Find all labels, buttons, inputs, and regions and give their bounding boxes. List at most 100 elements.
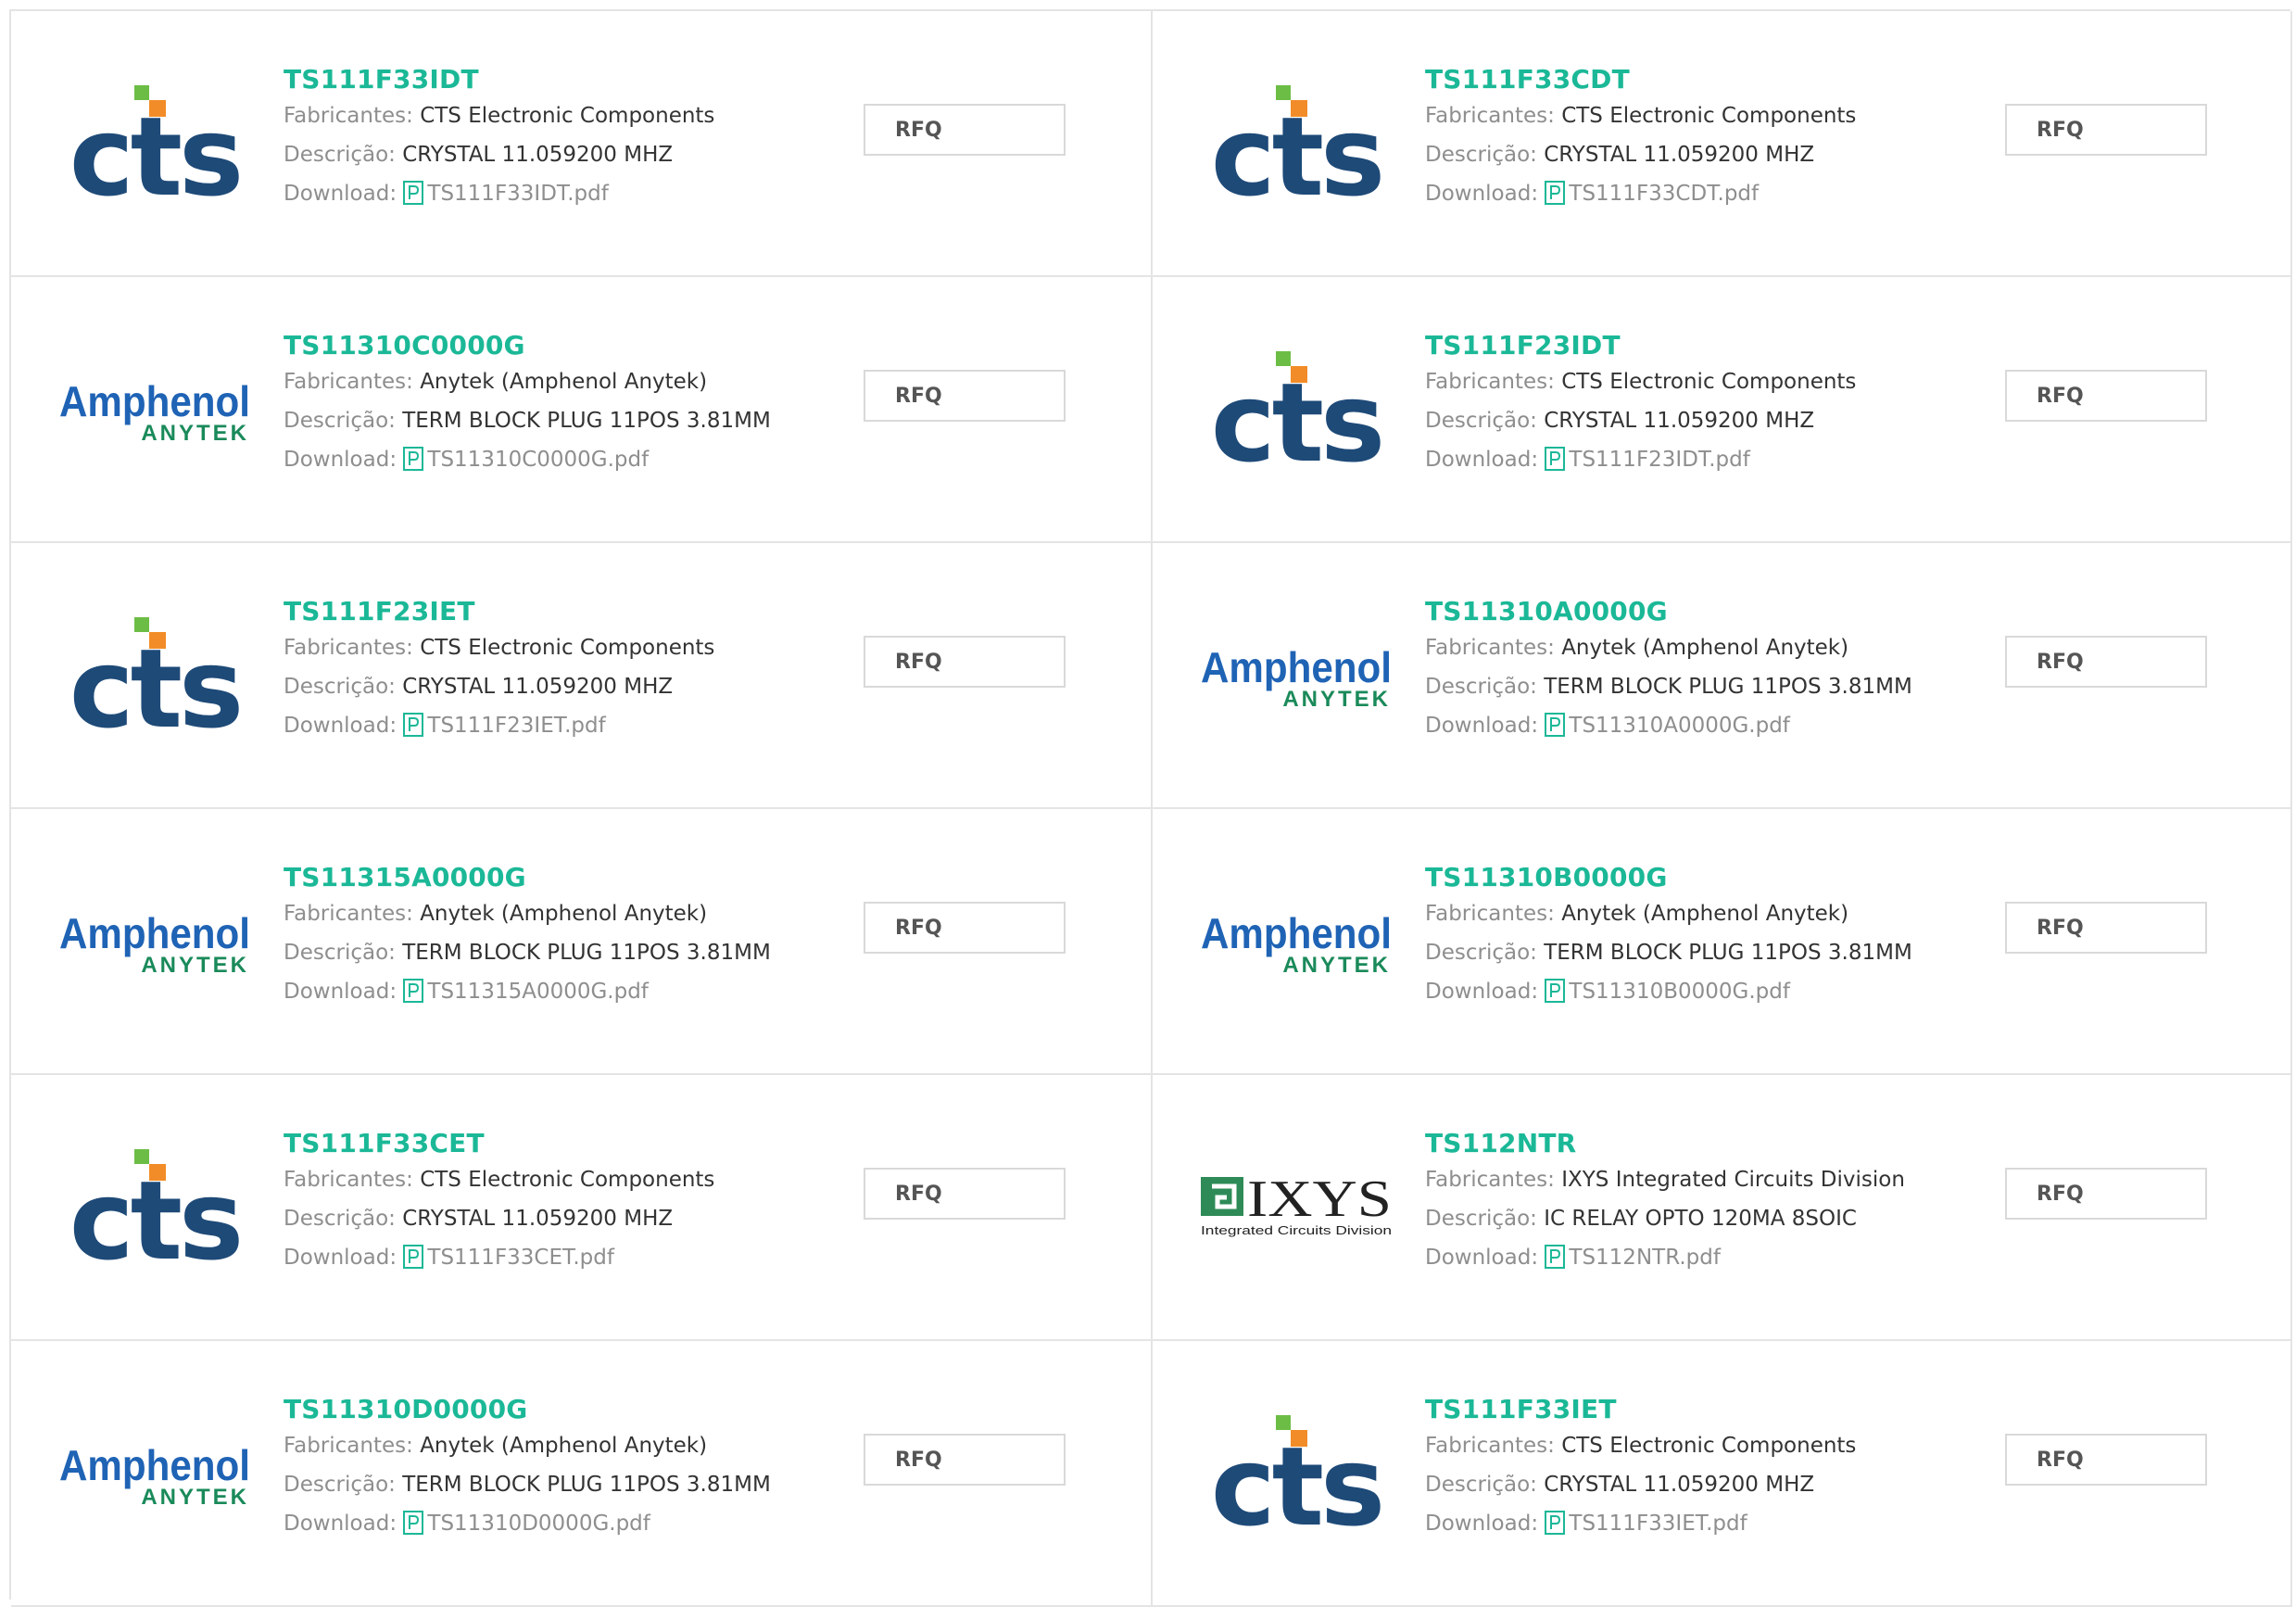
rfq-button[interactable]: RFQ — [864, 1168, 1066, 1220]
cts-logo: cts — [1199, 85, 1394, 206]
rfq-button[interactable]: RFQ — [864, 902, 1066, 954]
ixys-logo-svg: IXYSIntegrated Circuits Division — [1201, 1170, 1392, 1237]
part-number-link[interactable]: TS111F33IET — [1425, 1393, 1617, 1426]
part-number-link[interactable]: TS111F33IDT — [284, 63, 479, 96]
svg-text:ANYTEK: ANYTEK — [1282, 687, 1391, 712]
description-label: Descrição: — [1425, 1207, 1537, 1231]
manufacturer-line: Fabricantes: CTS Electronic Components — [284, 96, 839, 135]
svg-text:cts: cts — [1211, 1423, 1382, 1536]
part-number-link[interactable]: TS11310C0000G — [284, 329, 525, 362]
download-label: Download: — [284, 980, 397, 1004]
rfq-button[interactable]: RFQ — [2005, 104, 2207, 156]
rfq-button[interactable]: RFQ — [2005, 370, 2207, 422]
part-number-link[interactable]: TS111F33CDT — [1425, 63, 1630, 96]
datasheet-link[interactable]: TS112NTR.pdf — [1545, 1243, 1721, 1270]
cts-logo: cts — [1199, 351, 1394, 472]
description-line: Descrição: TERM BLOCK PLUG 11POS 3.81MM — [284, 401, 839, 440]
ixys-logo: IXYS Integrated Circuits Division — [1199, 1149, 1394, 1270]
manufacturer-value: CTS Electronic Components — [420, 636, 715, 660]
datasheet-link[interactable]: TS111F23IET.pdf — [403, 711, 606, 738]
manufacturer-label: Fabricantes: — [1425, 636, 1555, 660]
datasheet-link[interactable]: TS111F23IDT.pdf — [1545, 445, 1750, 472]
manufacturer-label: Fabricantes: — [284, 636, 413, 660]
pdf-icon — [1545, 1243, 1566, 1269]
rfq-button[interactable]: RFQ — [2005, 902, 2207, 954]
svg-text:cts: cts — [69, 93, 241, 206]
description-line: Descrição: CRYSTAL 11.059200 MHZ — [284, 1199, 839, 1238]
pdf-icon — [403, 1243, 424, 1269]
rfq-button[interactable]: RFQ — [864, 104, 1066, 156]
datasheet-link[interactable]: TS11310D0000G.pdf — [403, 1509, 650, 1536]
datasheet-link[interactable]: TS111F33CET.pdf — [403, 1243, 614, 1270]
part-number-link[interactable]: TS11310D0000G — [284, 1393, 527, 1426]
part-number-link[interactable]: TS11310A0000G — [1425, 595, 1668, 628]
rfq-button[interactable]: RFQ — [864, 636, 1066, 688]
product-card: IXYS Integrated Circuits Division TS112NT… — [1153, 1075, 2292, 1341]
download-label: Download: — [1425, 714, 1539, 738]
description-line: Descrição: CRYSTAL 11.059200 MHZ — [1425, 1465, 1981, 1504]
description-label: Descrição: — [1425, 675, 1537, 699]
datasheet-filename: TS112NTR.pdf — [1569, 1246, 1721, 1270]
manufacturer-label: Fabricantes: — [284, 104, 413, 128]
pdf-icon — [403, 1509, 424, 1535]
datasheet-link[interactable]: TS111F33IDT.pdf — [403, 181, 609, 206]
rfq-button[interactable]: RFQ — [864, 1434, 1066, 1486]
part-number-link[interactable]: TS111F23IDT — [1425, 329, 1621, 362]
product-grid: cts TS111F33IDT Fabricantes: CTS Electro… — [9, 9, 2292, 1607]
cts-logo: cts — [57, 617, 252, 738]
product-card: Amphenol ANYTEK TS11310A0000G Fabricantes… — [1153, 543, 2292, 809]
download-label: Download: — [284, 182, 397, 206]
datasheet-link[interactable]: TS111F33IET.pdf — [1545, 1509, 1747, 1536]
description-line: Descrição: CRYSTAL 11.059200 MHZ — [284, 667, 839, 706]
manufacturer-value: CTS Electronic Components — [420, 1168, 715, 1192]
product-card: Amphenol ANYTEK TS11315A0000G Fabricantes… — [11, 809, 1153, 1075]
product-card: Amphenol ANYTEK TS11310B0000G Fabricantes… — [1153, 809, 2292, 1075]
product-info: TS11310B0000G Fabricantes: Anytek (Amphe… — [1425, 861, 1981, 1011]
datasheet-link[interactable]: TS11310A0000G.pdf — [1545, 713, 1790, 738]
manufacturer-label: Fabricantes: — [1425, 1168, 1555, 1192]
part-number-link[interactable]: TS111F23IET — [284, 595, 475, 628]
rfq-button[interactable]: RFQ — [2005, 1168, 2207, 1220]
manufacturer-line: Fabricantes: CTS Electronic Components — [284, 1160, 839, 1199]
datasheet-filename: TS111F33IDT.pdf — [427, 182, 609, 206]
pdf-icon — [1545, 445, 1566, 471]
download-label: Download: — [1425, 980, 1539, 1004]
pdf-icon — [403, 711, 424, 737]
datasheet-link[interactable]: TS111F33CDT.pdf — [1545, 179, 1760, 206]
svg-text:IXYS: IXYS — [1247, 1170, 1392, 1228]
rfq-button[interactable]: RFQ — [2005, 636, 2207, 688]
part-number-link[interactable]: TS111F33CET — [284, 1127, 485, 1160]
description-value: CRYSTAL 11.059200 MHZ — [402, 1207, 674, 1231]
svg-text:cts: cts — [69, 625, 241, 738]
datasheet-link[interactable]: TS11310B0000G.pdf — [1545, 977, 1790, 1004]
pdf-icon — [1545, 1509, 1566, 1535]
description-line: Descrição: TERM BLOCK PLUG 11POS 3.81MM — [284, 933, 839, 972]
datasheet-filename: TS11310D0000G.pdf — [427, 1512, 650, 1536]
product-card: cts TS111F23IET Fabricantes: CTS Electro… — [11, 543, 1153, 809]
svg-text:Amphenol: Amphenol — [59, 377, 250, 425]
pdf-icon — [1545, 977, 1566, 1003]
datasheet-link[interactable]: TS11310C0000G.pdf — [403, 447, 649, 472]
rfq-button[interactable]: RFQ — [2005, 1434, 2207, 1486]
datasheet-link[interactable]: TS11315A0000G.pdf — [403, 979, 649, 1004]
manufacturer-value: Anytek (Amphenol Anytek) — [420, 370, 708, 394]
cts-logo-svg: cts — [69, 617, 244, 738]
svg-text:Amphenol: Amphenol — [59, 909, 250, 957]
part-number-link[interactable]: TS11310B0000G — [1425, 861, 1668, 894]
download-line: Download: TS11310B0000G.pdf — [1425, 972, 1981, 1011]
cts-logo: cts — [57, 85, 252, 206]
product-info: TS111F33IET Fabricantes: CTS Electronic … — [1425, 1393, 1981, 1543]
description-value: TERM BLOCK PLUG 11POS 3.81MM — [1544, 675, 1912, 699]
manufacturer-line: Fabricantes: Anytek (Amphenol Anytek) — [1425, 894, 1981, 933]
datasheet-filename: TS111F33CDT.pdf — [1569, 182, 1760, 206]
manufacturer-value: CTS Electronic Components — [1561, 104, 1857, 128]
part-number-link[interactable]: TS11315A0000G — [284, 861, 526, 894]
rfq-button[interactable]: RFQ — [864, 370, 1066, 422]
part-number-link[interactable]: TS112NTR — [1425, 1127, 1576, 1160]
pdf-icon — [1545, 179, 1566, 205]
svg-text:ANYTEK: ANYTEK — [141, 953, 249, 978]
description-line: Descrição: TERM BLOCK PLUG 11POS 3.81MM — [1425, 667, 1981, 706]
product-info: TS11310C0000G Fabricantes: Anytek (Amphe… — [284, 329, 839, 479]
product-card: Amphenol ANYTEK TS11310C0000G Fabricantes… — [11, 277, 1153, 543]
svg-text:cts: cts — [1211, 359, 1382, 472]
